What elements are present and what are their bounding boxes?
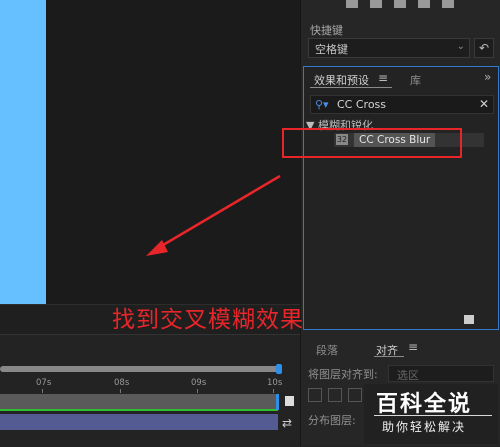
highlight-box bbox=[282, 128, 462, 158]
tab-paragraph[interactable]: 段落 bbox=[316, 342, 338, 358]
search-value: CC Cross bbox=[337, 98, 387, 111]
slider-handle[interactable] bbox=[276, 364, 282, 374]
time-tick: 09s bbox=[191, 378, 207, 388]
active-tab-indicator bbox=[374, 356, 404, 357]
layer-track[interactable] bbox=[0, 414, 278, 430]
play-icon[interactable] bbox=[394, 0, 406, 8]
skip-back-icon[interactable] bbox=[346, 0, 358, 8]
reset-icon[interactable]: ↶ bbox=[474, 38, 494, 58]
chevron-down-icon: ⌄ bbox=[456, 41, 465, 52]
layer-track[interactable] bbox=[0, 394, 278, 410]
work-area-bar[interactable] bbox=[0, 409, 278, 411]
swap-icon[interactable]: ⇄ bbox=[282, 416, 292, 430]
shortcut-label: 快捷键 bbox=[310, 24, 343, 37]
effects-presets-panel: 效果和预设 ≡ 库 » ⚲▾ CC Cross ✕ ▼ 模糊和锐化 32 CC … bbox=[303, 66, 499, 330]
watermark-divider bbox=[374, 415, 492, 416]
align-right-icon[interactable] bbox=[348, 388, 362, 402]
effects-search-input[interactable]: ⚲▾ CC Cross ✕ bbox=[310, 95, 494, 114]
time-tick: 10s bbox=[267, 378, 283, 388]
timeline-panel bbox=[0, 334, 300, 447]
annotation-arrow bbox=[146, 174, 281, 256]
tick-mark bbox=[197, 389, 198, 393]
tick-mark bbox=[120, 389, 121, 393]
tick-mark bbox=[42, 389, 43, 393]
active-tab-indicator bbox=[310, 87, 392, 88]
shortcut-select[interactable]: 空格键 ⌄ bbox=[308, 38, 470, 58]
transport-controls bbox=[342, 0, 462, 10]
time-tick: 07s bbox=[36, 378, 52, 388]
step-back-icon[interactable] bbox=[370, 0, 382, 8]
skip-forward-icon[interactable] bbox=[442, 0, 454, 8]
new-folder-icon[interactable] bbox=[464, 315, 474, 324]
distribute-label: 分布图层: bbox=[308, 414, 356, 427]
watermark-title: 百科全说 bbox=[376, 392, 473, 417]
panel-menu-icon[interactable]: ≡ bbox=[378, 71, 388, 85]
playhead[interactable] bbox=[276, 394, 279, 410]
annotation-caption: 找到交叉模糊效果 bbox=[112, 307, 304, 333]
align-to-select[interactable]: 选区 bbox=[388, 365, 494, 382]
align-left-icon[interactable] bbox=[308, 388, 322, 402]
shortcut-value: 空格键 bbox=[315, 43, 348, 56]
align-to-label: 将图层对齐到: bbox=[308, 368, 378, 381]
step-forward-icon[interactable] bbox=[418, 0, 430, 8]
tick-mark bbox=[273, 389, 274, 393]
clear-icon[interactable]: ✕ bbox=[479, 97, 489, 111]
panel-overflow-icon[interactable]: » bbox=[484, 70, 491, 84]
watermark-subtitle: 助你轻松解决 bbox=[382, 420, 467, 434]
align-to-value: 选区 bbox=[397, 369, 419, 382]
tab-effects-presets[interactable]: 效果和预设 bbox=[314, 72, 369, 88]
time-tick: 08s bbox=[114, 378, 130, 388]
search-icon: ⚲▾ bbox=[315, 98, 329, 111]
timeline-zoom-slider[interactable] bbox=[0, 366, 280, 372]
tab-library[interactable]: 库 bbox=[410, 72, 421, 88]
panel-menu-icon[interactable]: ≡ bbox=[408, 340, 418, 354]
watermark: 百科全说 助你轻松解决 bbox=[364, 384, 498, 444]
composition-canvas[interactable] bbox=[0, 0, 46, 304]
marker-icon[interactable] bbox=[285, 396, 294, 406]
align-center-icon[interactable] bbox=[328, 388, 342, 402]
